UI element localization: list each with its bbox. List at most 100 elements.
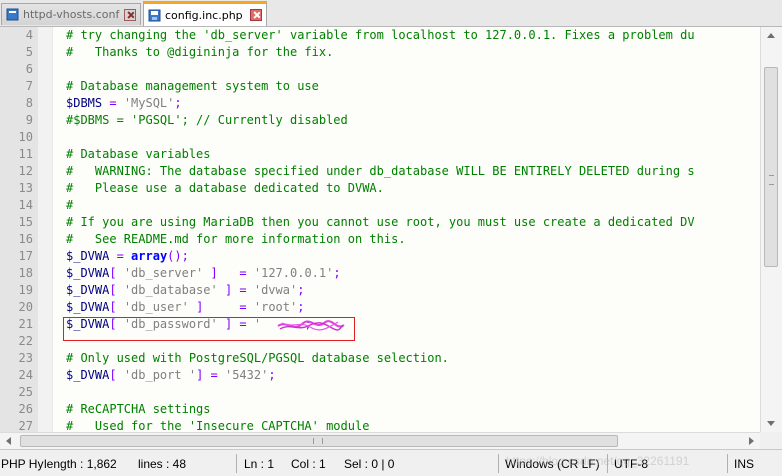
code-line[interactable]: # Thanks to @digininja for the fix. <box>66 44 333 61</box>
scroll-left-arrow-icon[interactable] <box>6 437 11 445</box>
code-line[interactable]: $_DVWA[ 'db_port '] = '5432'; <box>66 367 276 384</box>
tab-config-inc-php[interactable]: config.inc.php <box>143 1 267 26</box>
code-token: # Thanks to @digininja for the fix. <box>66 45 334 59</box>
fold-margin[interactable] <box>38 27 53 432</box>
code-token: ] = <box>203 266 254 280</box>
status-length: length : 1,862 <box>44 457 117 471</box>
line-number: 17 <box>18 249 33 263</box>
code-token: (); <box>167 249 189 263</box>
code-line[interactable]: # See README.md for more information on … <box>66 231 406 248</box>
code-line[interactable]: # Database management system to use <box>66 78 319 95</box>
code-token: [ <box>109 368 124 382</box>
status-language: PHP Hy <box>1 457 44 471</box>
code-token: = <box>102 96 124 110</box>
line-number: 12 <box>18 164 33 178</box>
vertical-scrollbar[interactable] <box>760 27 782 432</box>
code-token: ; <box>174 96 182 110</box>
status-ln: Ln : 1 <box>244 457 275 471</box>
redaction-scribble <box>277 320 345 331</box>
code-line[interactable]: $DBMS = 'MySQL'; <box>66 95 182 112</box>
code-text-area[interactable]: # try changing the 'db_server' variable … <box>53 27 760 432</box>
code-token: 'root' <box>253 300 298 314</box>
status-lines: lines : 48 <box>138 457 187 471</box>
code-line[interactable]: # If you are using MariaDB then you cann… <box>66 214 695 231</box>
line-number-gutter: 4 5 6 7 8 9 10 11 12 13 14 15 16 17 18 19 20 21 22 23 24 25 26… <box>0 27 38 432</box>
horizontal-scrollbar[interactable] <box>0 432 760 449</box>
saved-file-icon <box>148 9 161 21</box>
code-token: ; <box>297 300 305 314</box>
code-line[interactable]: # try changing the 'db_server' variable … <box>66 27 695 44</box>
code-token: '127.0.0.1' <box>253 266 334 280</box>
line-number: 16 <box>18 232 33 246</box>
code-token: 'db_database' <box>123 283 218 297</box>
scroll-right-arrow-icon[interactable] <box>749 437 754 445</box>
close-icon[interactable] <box>250 9 262 21</box>
code-token: $_DVWA <box>66 249 110 263</box>
code-token: # Database management system to use <box>66 79 319 93</box>
code-line[interactable]: # Please use a database dedicated to DVW… <box>66 180 384 197</box>
code-line[interactable]: # <box>66 197 73 214</box>
line-number: 9 <box>25 113 33 127</box>
tab-httpd-vhosts[interactable]: httpd-vhosts.conf <box>1 3 141 25</box>
code-line[interactable]: # Used for the 'Insecure CAPTCHA' module <box>66 418 369 432</box>
grip-icon <box>313 438 323 444</box>
code-editor[interactable]: 4 5 6 7 8 9 10 11 12 13 14 15 16 17 18 19 20 21 22 23 24 25 26… <box>0 27 782 432</box>
code-line[interactable]: $_DVWA[ 'db_database' ] = 'dvwa'; <box>66 282 304 299</box>
status-col: Col : 1 <box>291 457 326 471</box>
watermark-text: https://blog.csdn.net/qq_32261191 <box>506 454 690 468</box>
close-icon[interactable] <box>124 8 136 21</box>
line-number: 5 <box>25 45 33 59</box>
line-number: 26 <box>18 402 33 416</box>
code-line[interactable]: # ReCAPTCHA settings <box>66 401 211 418</box>
code-token: # try changing the 'db_server' variable … <box>66 28 695 42</box>
status-sel: Sel : 0 | 0 <box>344 457 395 471</box>
code-line[interactable]: $_DVWA[ 'db_server' ] = '127.0.0.1'; <box>66 265 341 282</box>
code-token: #$DBMS = 'PGSQL'; // Currently disabled <box>66 113 348 127</box>
status-divider <box>498 454 499 473</box>
line-number: 18 <box>18 266 33 280</box>
code-token: ; <box>268 368 276 382</box>
code-token: # See README.md for more information on … <box>66 232 406 246</box>
code-line[interactable]: # Database variables <box>66 146 211 163</box>
code-token: 'MySQL' <box>123 96 175 110</box>
line-number: 24 <box>18 368 33 382</box>
vertical-scroll-thumb[interactable] <box>764 67 778 267</box>
code-token: # ReCAPTCHA settings <box>66 402 211 416</box>
code-line[interactable]: #$DBMS = 'PGSQL'; // Currently disabled <box>66 112 348 129</box>
line-number: 27 <box>18 419 33 432</box>
code-token: ; <box>297 283 305 297</box>
code-token: $_DVWA <box>66 300 110 314</box>
tab-bar: httpd-vhosts.conf config.inc.php <box>0 0 782 27</box>
code-token: $_DVWA <box>66 283 110 297</box>
code-token: 'db_port ' <box>123 368 197 382</box>
code-token: # Database variables <box>66 147 211 161</box>
status-insert-mode[interactable]: INS <box>734 457 754 471</box>
status-divider <box>236 454 237 473</box>
code-token: 'db_server' <box>123 266 204 280</box>
code-token: ; <box>333 266 341 280</box>
code-token: $DBMS <box>66 96 103 110</box>
code-token: ] = <box>217 283 254 297</box>
line-number: 14 <box>18 198 33 212</box>
scroll-up-arrow-icon[interactable] <box>767 33 775 38</box>
code-line[interactable]: # WARNING: The database specified under … <box>66 163 695 180</box>
code-token: # Used for the 'Insecure CAPTCHA' module <box>66 419 370 432</box>
code-token: ] = <box>196 368 225 382</box>
code-line[interactable]: $_DVWA[ 'db_user' ] = 'root'; <box>66 299 304 316</box>
line-number: 13 <box>18 181 33 195</box>
line-number: 15 <box>18 215 33 229</box>
code-token: [ <box>109 300 124 314</box>
code-token: # Only used with PostgreSQL/PGSQL databa… <box>66 351 449 365</box>
code-token: $_DVWA <box>66 266 110 280</box>
line-number: 22 <box>18 334 33 348</box>
file-icon <box>6 8 19 21</box>
horizontal-scroll-thumb[interactable] <box>20 435 618 447</box>
code-token: '5432' <box>224 368 269 382</box>
line-number: 23 <box>18 351 33 365</box>
code-token: $_DVWA <box>66 368 110 382</box>
scroll-down-arrow-icon[interactable] <box>767 421 775 426</box>
line-number: 25 <box>18 385 33 399</box>
code-line[interactable]: $_DVWA = array(); <box>66 248 189 265</box>
code-token: [ <box>109 283 124 297</box>
code-line[interactable]: # Only used with PostgreSQL/PGSQL databa… <box>66 350 449 367</box>
